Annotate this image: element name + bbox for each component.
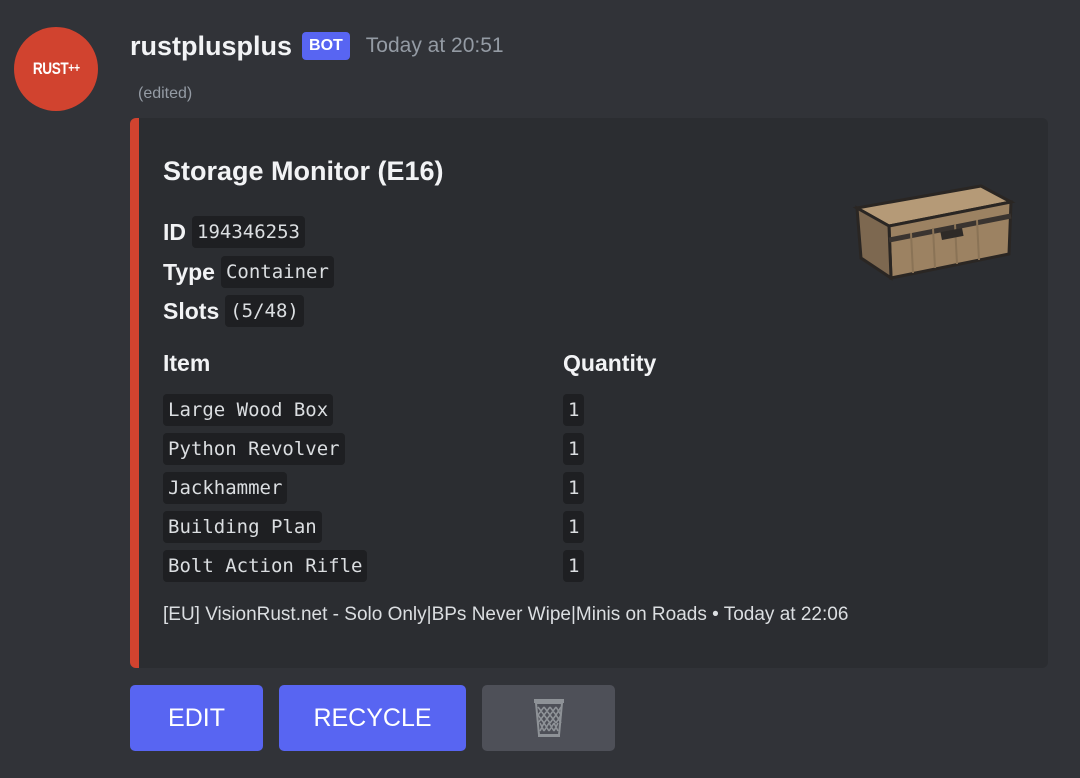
field-name: Slots — [163, 297, 220, 324]
item-quantity: 1 — [563, 550, 585, 582]
large-wood-box-icon — [852, 184, 1016, 281]
recycle-button[interactable]: RECYCLE — [279, 685, 466, 751]
item-name: Jackhammer — [163, 472, 288, 504]
footer-text: [EU] VisionRust.net - Solo Only|BPs Neve… — [163, 604, 707, 625]
item-quantity: 1 — [563, 394, 585, 426]
embed-title: Storage Monitor (E16) — [163, 156, 444, 186]
item-name: Bolt Action Rifle — [163, 550, 368, 582]
action-row: EDIT RECYCLE — [130, 685, 615, 751]
embed-footer: [EU] VisionRust.net - Solo Only|BPs Neve… — [163, 604, 848, 626]
message-timestamp: Today at 20:51 — [365, 34, 504, 57]
trash-bin-icon — [533, 699, 564, 737]
bot-badge: BOT — [302, 32, 350, 60]
footer-separator: • — [712, 604, 719, 625]
field-type: Type Container — [163, 256, 334, 288]
table-header-quantity: Quantity — [563, 350, 657, 376]
username[interactable]: rustplusplus — [130, 31, 292, 62]
item-name: Building Plan — [163, 511, 322, 543]
avatar-logo: RUST++ — [33, 59, 80, 79]
edited-label: (edited) — [138, 85, 193, 102]
footer-timestamp: Today at 22:06 — [723, 604, 849, 625]
embed-card: Storage Monitor (E16) ID 194346253 Type … — [130, 118, 1048, 668]
field-value: Container — [220, 256, 334, 288]
field-value: (5/48) — [225, 295, 304, 327]
edit-button[interactable]: EDIT — [130, 685, 263, 751]
avatar[interactable]: RUST++ — [14, 27, 98, 111]
field-value: 194346253 — [192, 216, 305, 248]
item-name: Large Wood Box — [163, 394, 334, 426]
item-name: Python Revolver — [163, 433, 345, 465]
table-header-item: Item — [163, 350, 211, 376]
field-name: Type — [163, 258, 215, 285]
message-header: rustplusplus BOT Today at 20:51 — [130, 26, 504, 66]
field-name: ID — [163, 218, 186, 245]
item-quantity: 1 — [563, 472, 585, 504]
field-id: ID 194346253 — [163, 216, 305, 248]
delete-button[interactable] — [482, 685, 615, 751]
avatar-logo-suffix: ++ — [68, 60, 80, 75]
field-slots: Slots (5/48) — [163, 295, 304, 327]
avatar-logo-text: RUST — [32, 59, 69, 78]
item-quantity: 1 — [563, 511, 585, 543]
item-quantity: 1 — [563, 433, 585, 465]
